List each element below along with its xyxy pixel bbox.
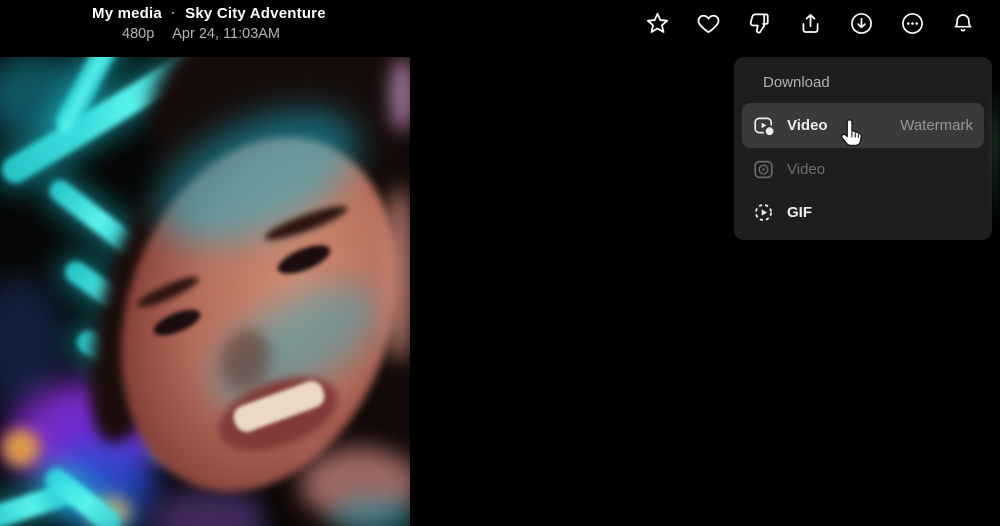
ellipsis-circle-icon [900, 11, 925, 36]
favorite-star-button[interactable] [640, 6, 674, 40]
share-upload-icon [798, 11, 823, 36]
header-title-block: My media · Sky City Adventure 480p Apr 2… [92, 5, 326, 42]
menu-item-gif[interactable]: GIF [742, 190, 984, 234]
menu-item-label: Video [787, 117, 828, 134]
edge-skin-sliver [383, 187, 410, 362]
download-menu-title: Download [742, 72, 984, 103]
download-button[interactable] [844, 6, 878, 40]
heart-icon [696, 11, 721, 36]
download-menu: Download Video Watermark [734, 57, 992, 240]
bell-icon [951, 11, 975, 35]
video-watermark-icon [753, 115, 774, 136]
edge-purple-sliver [390, 57, 410, 132]
menu-item-video-disabled: Video [742, 148, 984, 190]
download-circle-icon [849, 11, 874, 36]
media-viewer-window: My media · Sky City Adventure 480p Apr 2… [0, 0, 1000, 526]
like-heart-button[interactable] [691, 6, 725, 40]
breadcrumb: My media · Sky City Adventure [92, 5, 326, 22]
quality-label: 480p [122, 26, 154, 42]
gif-icon [753, 202, 774, 223]
bokeh-orange-1 [2, 429, 40, 467]
thumbs-down-icon [747, 11, 772, 36]
breadcrumb-library[interactable]: My media [92, 5, 162, 22]
timestamp-label: Apr 24, 11:03AM [172, 26, 280, 42]
background-glow [991, 80, 1000, 230]
star-icon [645, 11, 670, 36]
more-options-button[interactable] [895, 6, 929, 40]
header-action-bar [640, 6, 980, 40]
menu-item-label: GIF [787, 204, 812, 221]
watermark-badge: Watermark [900, 117, 973, 134]
menu-item-video-watermark[interactable]: Video Watermark [742, 103, 984, 148]
video-meta: 480p Apr 24, 11:03AM [122, 26, 326, 42]
bokeh-purple-bottom [150, 487, 270, 526]
notifications-button[interactable] [946, 6, 980, 40]
breadcrumb-separator: · [171, 5, 176, 22]
video-icon [753, 159, 774, 180]
dislike-button[interactable] [742, 6, 776, 40]
menu-item-label: Video [787, 161, 825, 178]
share-button[interactable] [793, 6, 827, 40]
video-frame-art [0, 57, 410, 526]
video-player[interactable] [0, 57, 410, 526]
page-title: Sky City Adventure [185, 5, 326, 22]
